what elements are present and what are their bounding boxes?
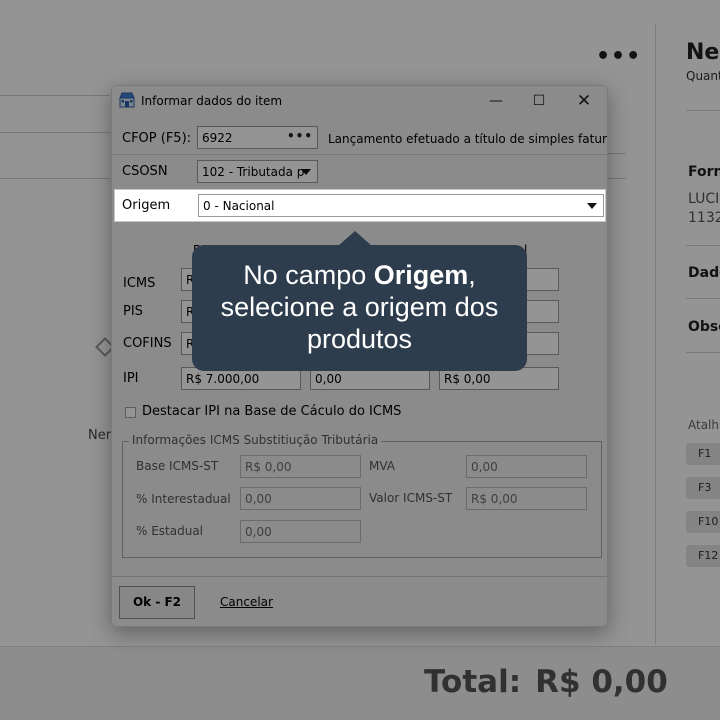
dialog-titlebar[interactable]: Informar dados do item — ☐ ✕: [112, 86, 607, 116]
valor-icms-st-field[interactable]: R$ 0,00: [466, 487, 587, 510]
icms-label: ICMS: [123, 276, 156, 291]
cfop-description: Lançamento efetuado a título de simples …: [328, 132, 608, 146]
origem-label: Origem: [122, 198, 171, 213]
tooltip-text: No campo: [243, 260, 374, 290]
tooltip-highlight: Origem: [373, 260, 469, 290]
cfop-label: CFOP (F5):: [122, 131, 192, 146]
pis-label: PIS: [123, 304, 143, 319]
cfop-field[interactable]: 6922 •••: [197, 126, 318, 149]
maximize-icon[interactable]: ☐: [517, 90, 561, 112]
tooltip-line-2: selecione a origem dos: [220, 292, 499, 322]
csosn-value: 102 - Tributada p: [202, 165, 305, 179]
destacar-ipi-label: Destacar IPI na Base de Cáculo do ICMS: [142, 404, 402, 419]
origem-select[interactable]: 0 - Nacional: [198, 194, 604, 217]
mva-field[interactable]: 0,00: [466, 455, 587, 478]
chevron-down-icon: [587, 203, 597, 209]
base-icms-st-field[interactable]: R$ 0,00: [240, 455, 361, 478]
cfop-value: 6922: [202, 131, 233, 145]
mva-label: MVA: [369, 459, 396, 473]
estadual-field[interactable]: 0,00: [240, 520, 361, 543]
interestadual-label: % Interestadual: [136, 492, 231, 506]
minimize-icon[interactable]: —: [474, 90, 518, 112]
cofins-label: COFINS: [123, 336, 172, 351]
store-icon: [119, 92, 135, 108]
dialog-title: Informar dados do item: [141, 94, 283, 108]
ipi-label: IPI: [123, 371, 139, 386]
origem-value: 0 - Nacional: [203, 199, 275, 213]
cancel-button[interactable]: Cancelar: [220, 595, 273, 609]
tooltip-line-1: No campo Origem,: [192, 259, 527, 291]
destacar-ipi-checkbox[interactable]: [125, 407, 136, 418]
tooltip-text: ,: [468, 260, 476, 290]
chevron-down-icon: [301, 169, 311, 175]
base-icms-st-label: Base ICMS-ST: [136, 459, 219, 473]
icms-st-group-title: Informações ICMS Substitiução Tributária: [129, 433, 382, 447]
ok-button[interactable]: Ok - F2: [119, 586, 195, 619]
origem-row-highlight: Origem 0 - Nacional: [114, 189, 606, 222]
tutorial-tooltip: No campo Origem, selecione a origem dos …: [192, 245, 527, 371]
csosn-select[interactable]: 102 - Tributada p: [197, 160, 318, 183]
tooltip-line-3: produtos: [306, 324, 413, 354]
csosn-label: CSOSN: [122, 164, 168, 179]
divider: [112, 154, 607, 155]
tooltip-arrow: [338, 231, 372, 246]
cfop-search-button[interactable]: •••: [287, 129, 313, 143]
valor-icms-st-label: Valor ICMS-ST: [369, 491, 453, 505]
interestadual-field[interactable]: 0,00: [240, 487, 361, 510]
close-icon[interactable]: ✕: [562, 90, 606, 112]
divider: [112, 576, 607, 577]
estadual-label: % Estadual: [136, 524, 204, 538]
